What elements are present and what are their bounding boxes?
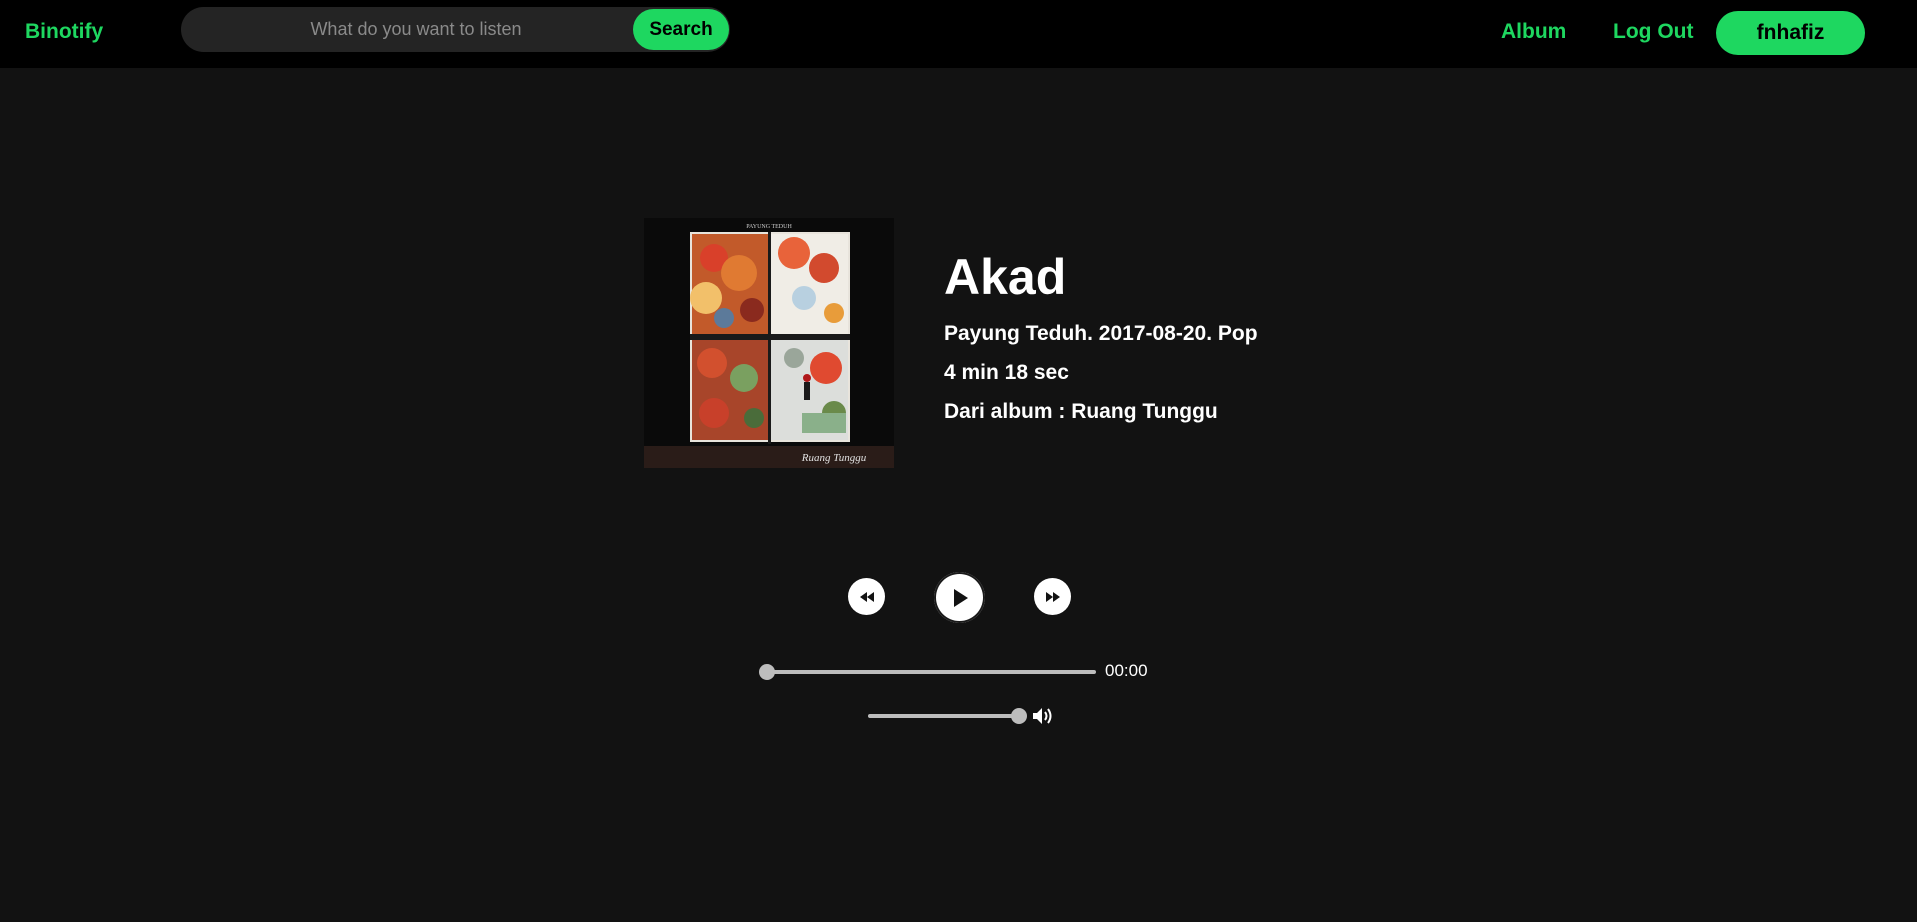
song-title: Akad — [944, 249, 1067, 305]
user-profile-button[interactable]: fnhafiz — [1716, 11, 1865, 55]
seek-handle[interactable] — [759, 664, 775, 680]
play-icon — [953, 588, 968, 607]
song-artist-date-genre: Payung Teduh. 2017-08-20. Pop — [944, 322, 1258, 345]
rewind-icon — [859, 591, 874, 602]
album-cover-image: PAYUNG TEDUH Ruang Tunggu — [644, 218, 894, 468]
search-bar: Search — [181, 7, 730, 52]
volume-slider[interactable] — [868, 714, 1019, 718]
fast-forward-button[interactable] — [1034, 578, 1071, 615]
nav-album-link[interactable]: Album — [1501, 20, 1566, 44]
fast-forward-icon — [1045, 591, 1060, 602]
cover-signature: Ruang Tunggu — [801, 452, 867, 464]
song-duration: 4 min 18 sec — [944, 361, 1069, 384]
search-input[interactable] — [181, 7, 631, 52]
volume-handle[interactable] — [1011, 708, 1027, 724]
app-logo[interactable]: Binotify — [25, 20, 103, 44]
current-time: 00:00 — [1105, 661, 1148, 680]
speaker-icon[interactable] — [1032, 706, 1054, 726]
top-navbar: Binotify Search Album Log Out fnhafiz — [0, 0, 1917, 68]
cover-top-text: PAYUNG TEDUH — [746, 224, 792, 230]
search-button[interactable]: Search — [633, 9, 729, 50]
song-album: Dari album : Ruang Tunggu — [944, 400, 1218, 423]
play-button[interactable] — [934, 572, 985, 623]
nav-logout-link[interactable]: Log Out — [1613, 20, 1693, 44]
seek-bar[interactable] — [767, 670, 1096, 674]
rewind-button[interactable] — [848, 578, 885, 615]
